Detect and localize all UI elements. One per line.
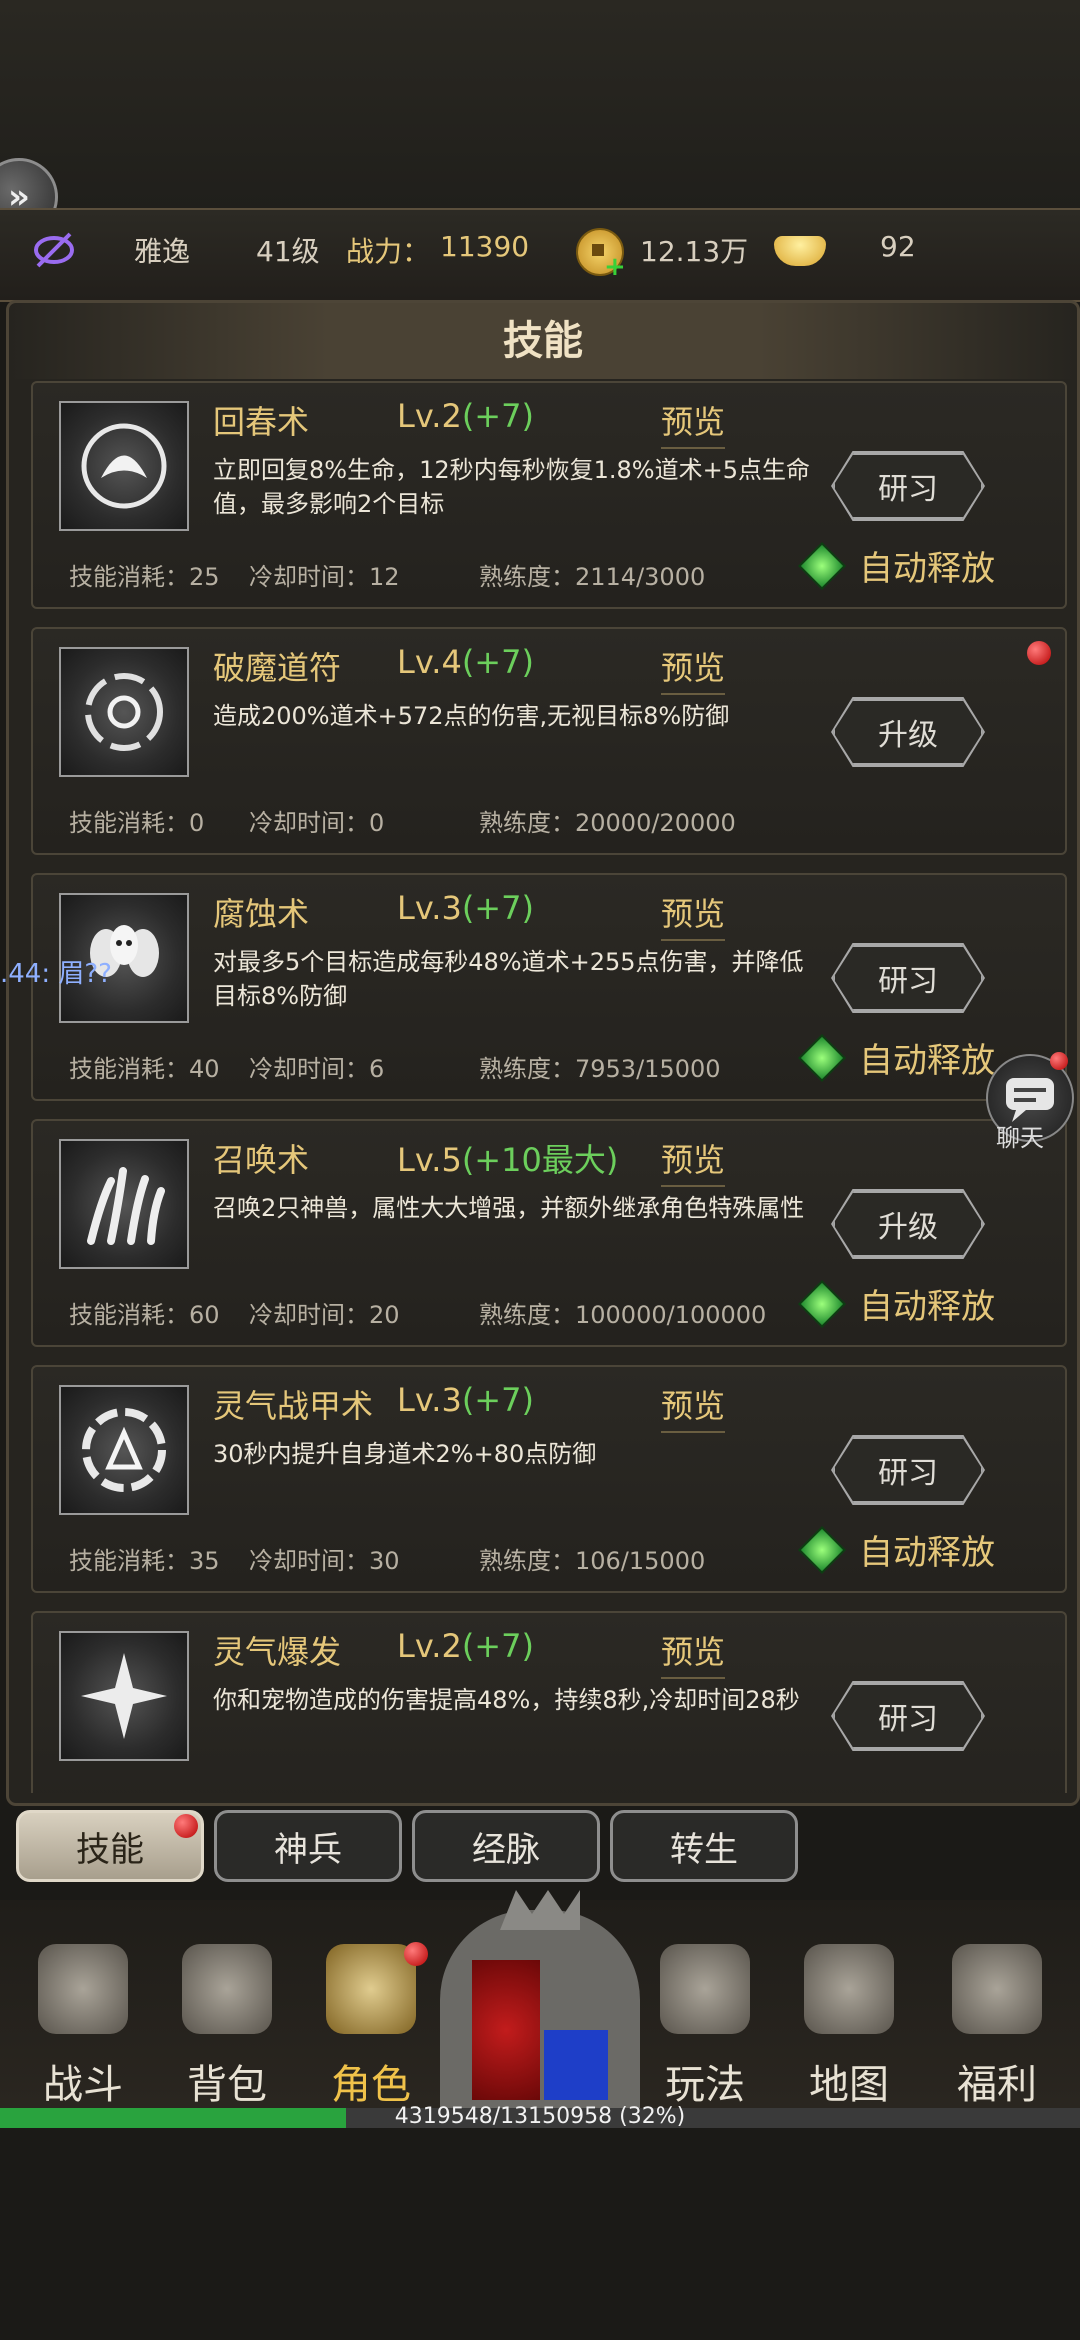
map-scroll-icon xyxy=(804,1944,894,2034)
skill-description: 30秒内提升自身道术2%+80点防御 xyxy=(213,1440,597,1468)
upgrade-button[interactable]: 升级 xyxy=(833,1191,983,1257)
skill-level: Lv.3(+7) xyxy=(397,889,534,927)
experience-text: 4319548/13150958 (32%) xyxy=(394,2104,686,2129)
power-label: 战力： xyxy=(346,235,431,268)
preview-link[interactable]: 预览 xyxy=(661,889,726,941)
skill-description: 立即回复8%生命，12秒内每秒恢复1.8%道术+5点生命值，最多影响2个目标 xyxy=(213,456,810,518)
skill-name: 召唤术 xyxy=(213,1141,310,1179)
healing-swirl-icon xyxy=(59,401,189,531)
power-value: 11390 xyxy=(440,230,530,263)
nav-character[interactable]: 角色 xyxy=(306,1900,436,2108)
preview-link[interactable]: 预览 xyxy=(661,1627,726,1679)
skill-description: 对最多5个目标造成每秒48%道术+255点伤害，并降低目标8%防御 xyxy=(213,948,804,1010)
vortex-talisman-icon xyxy=(59,647,189,777)
sword-swirl-icon xyxy=(660,1944,750,2034)
hidden-eye-icon xyxy=(34,232,74,268)
upgrade-button[interactable]: 升级 xyxy=(833,699,983,765)
tab-rebirth[interactable]: 转生 xyxy=(610,1810,798,1882)
green-gem-icon xyxy=(797,1525,847,1574)
skill-name: 灵气战甲术 xyxy=(213,1387,374,1425)
preview-link[interactable]: 预览 xyxy=(661,643,726,695)
nav-notification-dot xyxy=(404,1942,428,1966)
player-name: 雅逸 xyxy=(134,235,191,268)
skill-stats: 技能消耗：0 冷却时间：0 熟练度：20000/20000 xyxy=(69,809,736,837)
treasure-chest-icon xyxy=(952,1944,1042,2034)
tab-meridians[interactable]: 经脉 xyxy=(412,1810,600,1882)
armor-shield-icon xyxy=(59,1385,189,1515)
skill-level: Lv.2(+7) xyxy=(397,1627,534,1665)
skill-card[interactable]: 腐蚀术 Lv.3(+7) 预览 对最多5个目标造成每秒48%道术+255点伤害，… xyxy=(31,873,1067,1101)
hp-orb xyxy=(472,1960,540,2100)
skill-card[interactable]: 召唤术 Lv.5(+10最大) 预览 召唤2只神兽，属性大大增强，并额外继承角色… xyxy=(31,1119,1067,1347)
skill-level: Lv.3(+7) xyxy=(397,1381,534,1419)
preview-link[interactable]: 预览 xyxy=(661,1381,726,1433)
ingot-amount: 92 xyxy=(880,230,916,263)
nav-battle[interactable]: 战斗 xyxy=(18,1900,148,2108)
panel-title: 技能 xyxy=(9,303,1077,379)
green-gem-icon xyxy=(797,1279,847,1328)
skill-card[interactable]: 灵气战甲术 Lv.3(+7) 预览 30秒内提升自身道术2%+80点防御 技能消… xyxy=(31,1365,1067,1593)
auto-release-toggle[interactable]: 自动释放 xyxy=(797,1525,995,1574)
study-button[interactable]: 研习 xyxy=(833,945,983,1011)
nav-map[interactable]: 地图 xyxy=(784,1900,914,2108)
nav-welfare[interactable]: 福利 xyxy=(932,1900,1062,2108)
skill-card[interactable]: 回春术 Lv.2(+7) 预览 立即回复8%生命，12秒内每秒恢复1.8%道术+… xyxy=(31,381,1067,609)
skill-name: 灵气爆发 xyxy=(213,1633,342,1671)
skill-description: 造成200%道术+572点的伤害,无视目标8%防御 xyxy=(213,702,730,730)
skill-stats: 技能消耗：25 冷却时间：12 熟练度：2114/3000 xyxy=(69,563,706,591)
auto-release-toggle[interactable]: 自动释放 xyxy=(797,1279,995,1328)
tab-notification-dot xyxy=(174,1814,198,1838)
summon-claw-icon xyxy=(59,1139,189,1269)
chat-label: 聊天 xyxy=(996,1124,1044,1152)
study-button[interactable]: 研习 xyxy=(833,453,983,519)
crown-icon xyxy=(326,1944,416,2034)
skill-stats: 技能消耗：40 冷却时间：6 熟练度：7953/15000 xyxy=(69,1055,721,1083)
skill-description: 召唤2只神兽，属性大大增强，并额外继承角色特殊属性 xyxy=(213,1194,805,1222)
skill-card[interactable]: 破魔道符 Lv.4(+7) 预览 造成200%道术+572点的伤害,无视目标8%… xyxy=(31,627,1067,855)
skill-list[interactable]: 回春术 Lv.2(+7) 预览 立即回复8%生命，12秒内每秒恢复1.8%道术+… xyxy=(31,381,1067,1793)
burst-energy-icon xyxy=(59,1631,189,1761)
study-button[interactable]: 研习 xyxy=(833,1437,983,1503)
top-background xyxy=(0,0,1080,210)
skill-name: 破魔道符 xyxy=(213,649,342,687)
preview-link[interactable]: 预览 xyxy=(661,1135,726,1187)
green-gem-icon xyxy=(797,541,847,590)
skill-name: 回春术 xyxy=(213,403,310,441)
skill-level: Lv.2(+7) xyxy=(397,397,534,435)
floating-combat-text: .44: 眉?? xyxy=(0,959,112,989)
skill-level: Lv.5(+10最大) xyxy=(397,1141,619,1179)
skill-card[interactable]: 灵气爆发 Lv.2(+7) 预览 你和宠物造成的伤害提高48%，持续8秒,冷却时… xyxy=(31,1611,1067,1793)
nav-bag[interactable]: 背包 xyxy=(162,1900,292,2108)
backpack-icon xyxy=(182,1944,272,2034)
skill-panel: 技能 回春术 Lv.2(+7) 预览 立即回复8%生命，12秒内每秒恢复1.8%… xyxy=(6,300,1080,1806)
skill-name: 腐蚀术 xyxy=(213,895,310,933)
gold-amount: 12.13万 xyxy=(640,235,749,268)
mp-orb xyxy=(544,2030,608,2100)
skill-stats: 技能消耗：35 冷却时间：30 熟练度：106/15000 xyxy=(69,1547,706,1575)
tab-divine-weapon[interactable]: 神兵 xyxy=(214,1810,402,1882)
crossed-swords-icon xyxy=(38,1944,128,2034)
nav-gameplay[interactable]: 玩法 xyxy=(640,1900,770,2108)
add-gold-icon[interactable]: + xyxy=(604,252,626,282)
player-level: 41级 xyxy=(256,235,320,268)
study-button[interactable]: 研习 xyxy=(833,1683,983,1749)
skill-level: Lv.4(+7) xyxy=(397,643,534,681)
preview-link[interactable]: 预览 xyxy=(661,397,726,449)
auto-release-toggle[interactable]: 自动释放 xyxy=(797,541,995,590)
auto-release-toggle[interactable]: 自动释放 xyxy=(797,1033,995,1082)
skill-description: 你和宠物造成的伤害提高48%，持续8秒,冷却时间28秒 xyxy=(213,1686,800,1714)
chat-notification-dot xyxy=(1050,1052,1068,1070)
green-gem-icon xyxy=(797,1033,847,1082)
skill-stats: 技能消耗：60 冷却时间：20 熟练度：100000/100000 xyxy=(69,1301,767,1329)
hp-mp-gate-orb[interactable] xyxy=(440,1890,640,2110)
notification-dot xyxy=(1027,641,1051,665)
